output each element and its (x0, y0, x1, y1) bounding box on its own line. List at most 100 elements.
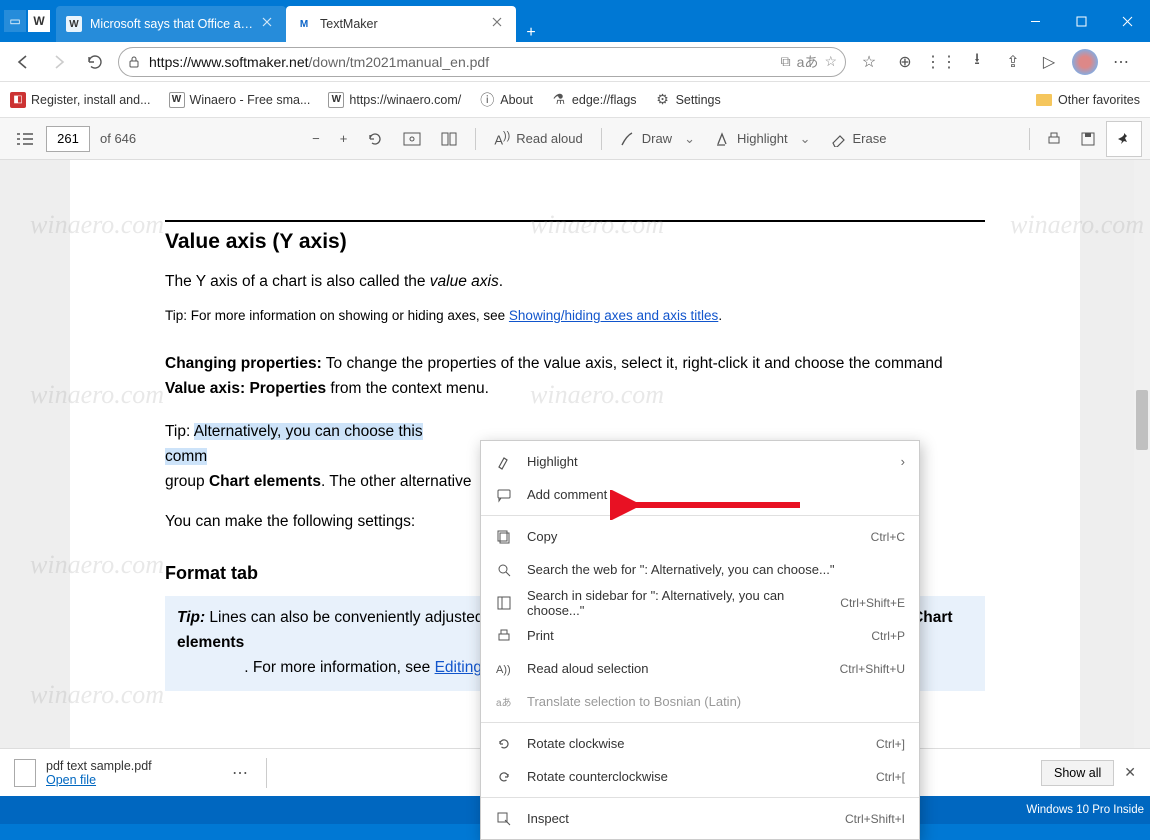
tab-active[interactable]: M TextMaker (286, 6, 516, 42)
reader-icon[interactable]: ⧉ (781, 53, 791, 70)
link-showing-hiding[interactable]: Showing/hiding axes and axis titles (509, 308, 718, 323)
highlight-button[interactable]: Highlight⌄ (707, 123, 819, 155)
context-menu-label: Copy (527, 529, 857, 544)
pin-toolbar-button[interactable] (1106, 121, 1142, 157)
context-menu-label: Read aloud selection (527, 661, 826, 676)
forward-button[interactable] (42, 45, 76, 79)
draw-button[interactable]: Draw⌄ (612, 123, 703, 155)
other-favorites[interactable]: Other favorites (1058, 93, 1140, 107)
chevron-down-icon[interactable]: ⌄ (684, 131, 695, 147)
bookmark-icon: ◧ (10, 92, 26, 108)
context-menu-item[interactable]: Rotate clockwise Ctrl+] (481, 727, 919, 760)
bookmark-item[interactable]: ⚗edge://flags (551, 92, 637, 108)
performance-button[interactable]: ▷ (1032, 45, 1066, 79)
title-bar: ▭ W W Microsoft says that Office apps M … (0, 0, 1150, 42)
context-menu-item[interactable]: PrintCtrl+P (481, 619, 919, 652)
profile-avatar[interactable] (1068, 45, 1102, 79)
taskbar-icon-1: ▭ (4, 10, 26, 32)
context-menu-item[interactable]: CopyCtrl+C (481, 520, 919, 553)
tab-inactive[interactable]: W Microsoft says that Office apps (56, 6, 286, 42)
context-menu-item[interactable]: A))Read aloud selectionCtrl+Shift+U (481, 652, 919, 685)
taskbar-icon-2: W (28, 10, 50, 32)
favorite-icon[interactable]: ☆ (824, 53, 837, 70)
context-menu-label: Translate selection to Bosnian (Latin) (527, 694, 905, 709)
show-all-button[interactable]: Show all (1041, 760, 1114, 786)
context-menu-item[interactable]: Add comment (481, 478, 919, 511)
url-input[interactable]: https://www.softmaker.net/down/tm2021man… (118, 47, 846, 77)
context-menu-item[interactable]: Rotate counterclockwiseCtrl+[ (481, 760, 919, 793)
scrollbar-thumb[interactable] (1136, 390, 1148, 450)
fit-page-button[interactable] (395, 123, 429, 155)
back-button[interactable] (6, 45, 40, 79)
svg-text:A)): A)) (496, 664, 511, 676)
close-icon[interactable] (262, 17, 276, 31)
extensions-button[interactable]: ⋮⋮ (924, 45, 958, 79)
downloads-button-icon[interactable]: ⭳ (960, 45, 994, 79)
context-menu-label: Print (527, 628, 857, 643)
rotate-button[interactable] (359, 123, 391, 155)
close-icon[interactable]: ✕ (1124, 764, 1136, 781)
save-button[interactable] (1072, 123, 1104, 155)
zoom-out-button[interactable]: − (304, 123, 328, 155)
paragraph-tip: Tip: For more information on showing or … (165, 305, 985, 327)
context-menu: Highlight›Add comment CopyCtrl+C Search th… (480, 440, 920, 840)
open-file-link[interactable]: Open file (46, 773, 152, 787)
bookmark-item[interactable]: ◧Register, install and... (10, 92, 151, 108)
inspect-icon (495, 810, 513, 828)
bookmark-label: edge://flags (572, 93, 637, 107)
context-menu-item[interactable]: Highlight› (481, 445, 919, 478)
context-menu-item[interactable]: InspectCtrl+Shift+I (481, 802, 919, 835)
read-aloud-button[interactable]: A))Read aloud (486, 123, 590, 155)
close-icon[interactable] (492, 17, 506, 31)
bookmark-label: About (500, 93, 533, 107)
maximize-button[interactable] (1058, 5, 1104, 37)
refresh-button[interactable] (78, 45, 112, 79)
bookmark-item[interactable]: Whttps://winaero.com/ (328, 92, 461, 108)
download-item[interactable]: pdf text sample.pdf Open file (14, 759, 214, 787)
vertical-scrollbar[interactable] (1134, 160, 1150, 748)
context-menu-item[interactable]: Search in sidebar for ": Alternatively, … (481, 586, 919, 619)
context-menu-label: Search the web for ": Alternatively, you… (527, 562, 905, 577)
erase-button[interactable]: Erase (822, 123, 894, 155)
context-menu-label: Rotate clockwise (527, 736, 862, 751)
share-button[interactable]: ⇪ (996, 45, 1030, 79)
page-view-button[interactable] (433, 123, 465, 155)
bookmark-item[interactable]: WWinaero - Free sma... (169, 92, 311, 108)
highlighter-icon (495, 453, 513, 471)
bookmark-icon: W (328, 92, 344, 108)
print-button[interactable] (1038, 123, 1070, 155)
bookmark-item[interactable]: ⓘAbout (479, 92, 533, 108)
contents-button[interactable] (8, 123, 42, 155)
context-menu-shortcut: Ctrl+] (876, 737, 905, 751)
more-button[interactable]: ⋯ (1104, 45, 1138, 79)
favorites-button[interactable]: ☆ (852, 45, 886, 79)
download-more-button[interactable]: ⋯ (224, 763, 256, 783)
bookmark-label: Winaero - Free sma... (190, 93, 311, 107)
page-total: of 646 (100, 131, 136, 146)
link-editing[interactable]: Editing (435, 659, 482, 676)
bookmark-item[interactable]: ⚙Settings (655, 92, 721, 108)
page-number-input[interactable] (46, 126, 90, 152)
zoom-in-button[interactable]: + (332, 123, 356, 155)
collections-button[interactable]: ⊕ (888, 45, 922, 79)
new-tab-button[interactable]: + (516, 24, 546, 42)
close-window-button[interactable] (1104, 5, 1150, 37)
os-status-text: Windows 10 Pro Inside (1026, 804, 1144, 816)
context-menu-shortcut: Ctrl+Shift+I (845, 812, 905, 826)
url-text: https://www.softmaker.net/down/tm2021man… (149, 54, 775, 70)
context-menu-item[interactable]: Search the web for ": Alternatively, you… (481, 553, 919, 586)
minimize-button[interactable] (1012, 5, 1058, 37)
copy-icon (495, 528, 513, 546)
svg-text:aあ: aあ (496, 697, 512, 709)
rotate-cw-icon (495, 735, 513, 753)
chevron-right-icon: › (901, 454, 905, 469)
translate-icon[interactable]: aあ (797, 52, 819, 72)
sidebar-icon (495, 594, 513, 612)
paragraph: Changing properties: To change the prope… (165, 352, 985, 402)
tab-title: TextMaker (320, 17, 484, 31)
search-icon (495, 561, 513, 579)
download-filename: pdf text sample.pdf (46, 759, 152, 773)
chevron-down-icon[interactable]: ⌄ (800, 131, 811, 147)
selected-text: Alternatively, you can choose this comm (165, 423, 423, 465)
print-icon (495, 627, 513, 645)
